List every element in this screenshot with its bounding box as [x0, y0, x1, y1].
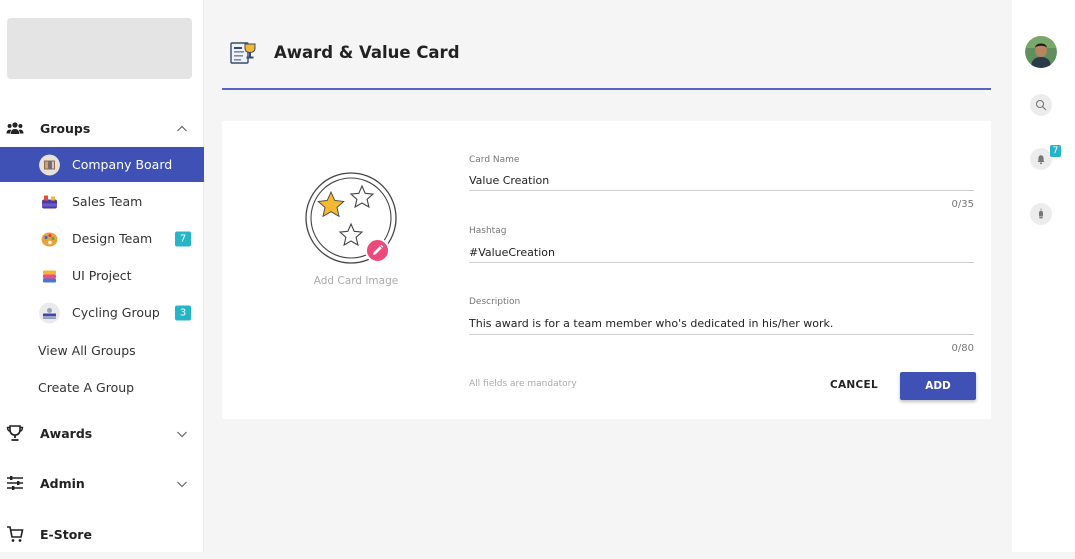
notifications-button[interactable]	[1030, 148, 1052, 170]
user-avatar[interactable]	[1025, 36, 1057, 68]
description-input[interactable]: This award is for a team member who's de…	[469, 317, 833, 330]
award-card-icon	[230, 41, 256, 65]
cycling-group-count-badge: 3	[175, 305, 191, 320]
add-card-image-caption: Add Card Image	[313, 275, 399, 287]
group-label: UI Project	[72, 268, 132, 283]
group-item-design-team[interactable]: Design Team 7	[0, 221, 204, 256]
sliders-icon	[6, 474, 24, 492]
design-team-avatar	[39, 228, 60, 249]
card-name-counter: 0/35	[951, 199, 974, 210]
group-item-ui-project[interactable]: UI Project	[0, 258, 204, 293]
groups-label: Groups	[40, 120, 91, 136]
hashtag-input[interactable]: #ValueCreation	[469, 246, 555, 259]
page-title: Award & Value Card	[274, 43, 460, 62]
group-label: Cycling Group	[72, 305, 160, 320]
group-label: Sales Team	[72, 194, 143, 209]
award-card-form: Add Card Image Card Name Value Creation …	[222, 121, 991, 419]
cart-icon	[6, 525, 24, 543]
pencil-icon	[373, 244, 384, 255]
sidebar-section-awards[interactable]: Awards	[0, 415, 204, 451]
notification-count-badge: 7	[1050, 145, 1061, 157]
chevron-up-icon[interactable]	[175, 121, 189, 135]
view-all-groups-link[interactable]: View All Groups	[38, 343, 136, 358]
description-underline	[469, 334, 974, 335]
description-counter: 0/80	[951, 343, 974, 354]
chevron-down-icon[interactable]	[175, 476, 189, 490]
hashtag-label: Hashtag	[469, 226, 507, 236]
trophy-icon	[6, 424, 24, 442]
tips-button[interactable]	[1030, 203, 1052, 225]
design-team-count-badge: 7	[175, 231, 191, 246]
sidebar: Groups Company Board Sales Team Design T…	[0, 0, 204, 552]
logo-placeholder	[7, 18, 192, 79]
mandatory-note: All fields are mandatory	[469, 379, 577, 389]
group-item-cycling-group[interactable]: Cycling Group 3	[0, 295, 204, 330]
cancel-button[interactable]: CANCEL	[825, 372, 883, 398]
lightbulb-icon	[1039, 208, 1043, 219]
company-board-avatar	[39, 154, 60, 175]
group-item-sales-team[interactable]: Sales Team	[0, 184, 204, 219]
card-name-input[interactable]: Value Creation	[469, 174, 549, 187]
card-name-label: Card Name	[469, 155, 520, 165]
group-label: Design Team	[72, 231, 153, 246]
add-button[interactable]: ADD	[900, 372, 976, 400]
right-rail: 7	[1012, 0, 1075, 552]
edit-image-button[interactable]	[365, 238, 390, 263]
bell-icon	[1037, 155, 1045, 165]
create-group-link[interactable]: Create A Group	[38, 380, 134, 395]
sidebar-section-groups[interactable]: Groups	[0, 110, 204, 146]
estore-label: E-Store	[40, 526, 92, 542]
group-item-company-board[interactable]: Company Board	[0, 147, 204, 182]
sidebar-section-admin[interactable]: Admin	[0, 465, 204, 501]
description-label: Description	[469, 297, 521, 307]
search-icon	[1035, 99, 1047, 111]
sidebar-section-estore[interactable]: E-Store	[0, 516, 204, 552]
search-button[interactable]	[1030, 94, 1052, 116]
page-header: Award & Value Card	[222, 0, 991, 90]
cycling-group-avatar	[39, 302, 60, 323]
hashtag-underline	[469, 262, 974, 263]
sales-team-avatar	[39, 191, 60, 212]
group-label: Company Board	[72, 157, 173, 172]
groups-icon	[6, 119, 24, 137]
ui-project-avatar	[39, 265, 60, 286]
card-image-picker[interactable]	[304, 172, 402, 270]
chevron-down-icon[interactable]	[175, 426, 189, 440]
card-name-underline	[469, 190, 974, 191]
awards-label: Awards	[40, 425, 93, 441]
admin-label: Admin	[40, 475, 85, 491]
